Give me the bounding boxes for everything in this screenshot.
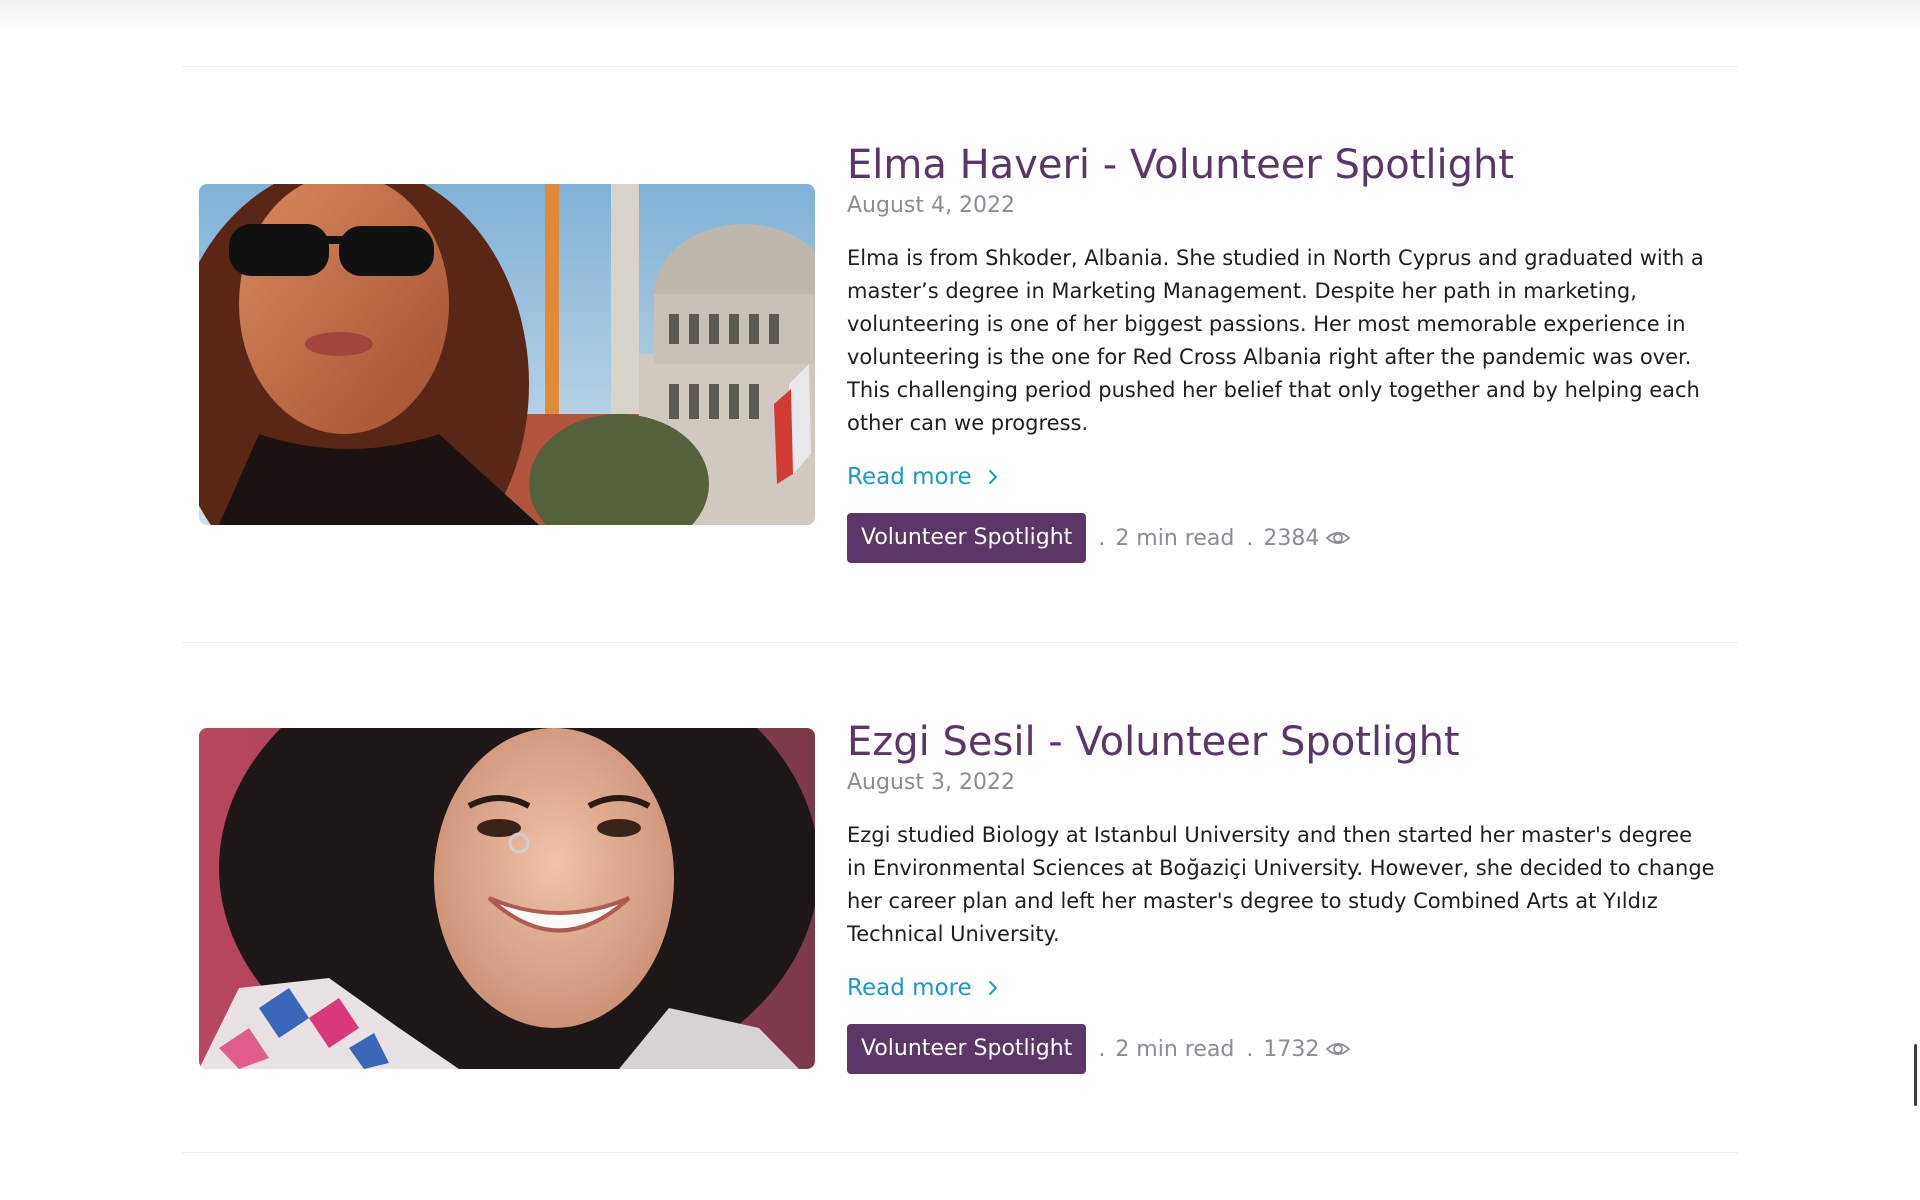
view-count: 1732 [1263, 1036, 1320, 1062]
eye-icon [1325, 532, 1351, 544]
meta-separator: . [1246, 1036, 1254, 1062]
divider [182, 642, 1738, 643]
category-tag[interactable]: Volunteer Spotlight [847, 513, 1087, 563]
blog-list-page: Elma Haveri - Volunteer Spotlight August… [0, 0, 1920, 1200]
meta-separator: . [1246, 525, 1254, 551]
post-thumbnail[interactable] [199, 184, 815, 525]
meta-separator: . [1098, 1036, 1106, 1062]
read-more-label: Read more [847, 975, 972, 1001]
read-time: 2 min read [1115, 1036, 1235, 1062]
post-thumbnail[interactable] [199, 728, 815, 1069]
post-date: August 4, 2022 [847, 193, 1015, 218]
post-meta: Volunteer Spotlight . 2 min read . 1732 [847, 1024, 1717, 1074]
post-title[interactable]: Elma Haveri - Volunteer Spotlight [847, 140, 1717, 190]
view-count: 2384 [1263, 525, 1320, 551]
post-image [199, 728, 815, 1069]
post-date: August 3, 2022 [847, 770, 1015, 795]
post-image [199, 184, 815, 525]
read-time: 2 min read [1115, 525, 1235, 551]
post-excerpt: Elma is from Shkoder, Albania. She studi… [847, 246, 1704, 435]
post-content: Elma Haveri - Volunteer Spotlight August… [847, 140, 1717, 563]
post-content: Ezgi Sesil - Volunteer Spotlight August … [847, 717, 1717, 1074]
scrollbar-thumb[interactable] [1914, 1044, 1917, 1106]
read-more-link[interactable]: Read more [847, 973, 1002, 1003]
meta-separator: . [1098, 525, 1106, 551]
category-tag[interactable]: Volunteer Spotlight [847, 1024, 1087, 1074]
chevron-right-icon [988, 981, 997, 995]
read-more-link[interactable]: Read more [847, 462, 1002, 492]
chevron-right-icon [988, 470, 997, 484]
post-meta: Volunteer Spotlight . 2 min read . 2384 [847, 513, 1717, 563]
divider [182, 1152, 1738, 1153]
divider [182, 66, 1738, 67]
read-more-label: Read more [847, 464, 972, 490]
post-excerpt: Ezgi studied Biology at Istanbul Univers… [847, 823, 1715, 946]
post-title[interactable]: Ezgi Sesil - Volunteer Spotlight [847, 717, 1717, 767]
eye-icon [1325, 1043, 1351, 1055]
header-shadow [0, 0, 1920, 28]
